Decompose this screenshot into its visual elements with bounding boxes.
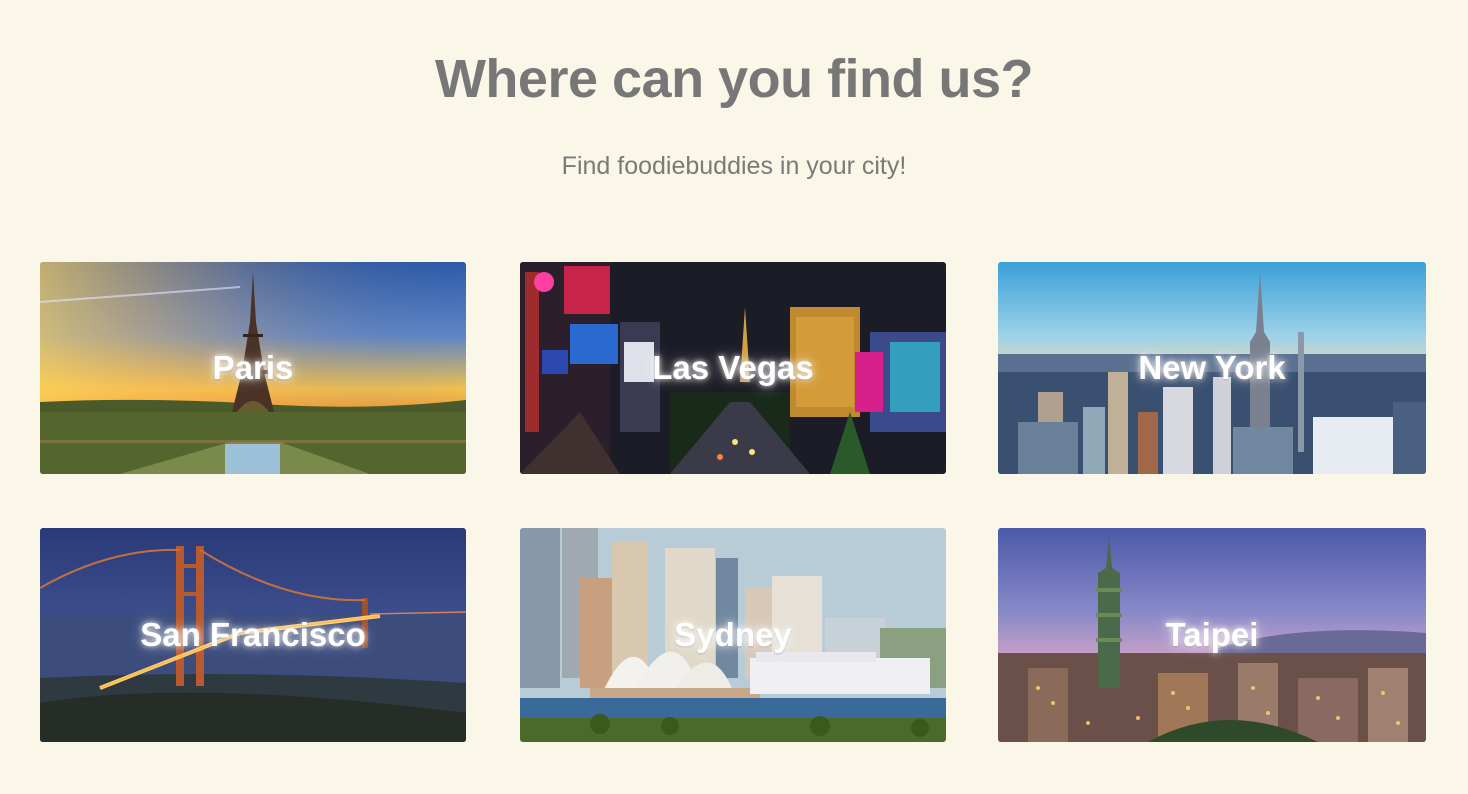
city-name: San Francisco xyxy=(140,616,366,653)
city-card-sydney[interactable]: Sydney xyxy=(520,528,946,742)
city-card-new-york[interactable]: New York xyxy=(998,262,1426,474)
city-card-san-francisco[interactable]: San Francisco xyxy=(40,528,466,742)
city-name: Paris xyxy=(212,349,294,386)
city-card-taipei[interactable]: Taipei xyxy=(998,528,1426,742)
page-subtitle: Find foodiebuddies in your city! xyxy=(561,152,907,180)
city-card-las-vegas[interactable]: Las Vegas xyxy=(520,262,946,474)
city-name: New York xyxy=(1138,349,1286,386)
city-name: Taipei xyxy=(1165,616,1259,653)
city-name: Sydney xyxy=(674,616,792,653)
page-title: Where can you find us? xyxy=(434,49,1034,109)
city-card-paris[interactable]: Paris xyxy=(40,262,466,474)
city-name: Las Vegas xyxy=(652,349,814,386)
locations-section: Where can you find us? Find foodiebuddie… xyxy=(0,0,1468,794)
